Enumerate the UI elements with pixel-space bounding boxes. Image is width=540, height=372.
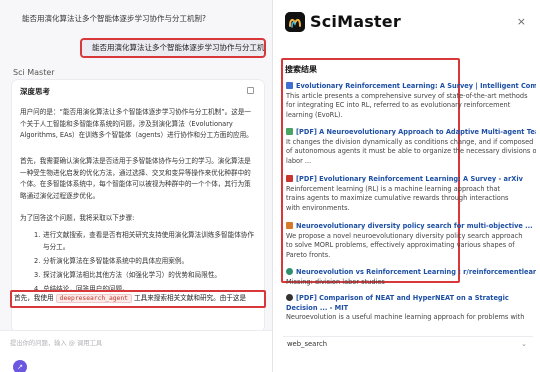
tool-select-value: web_search [287,340,328,348]
reddit-icon [286,268,293,275]
list-item: 2. 分析演化算法在多智能体系统中的具体应用案例。 [34,256,258,268]
result-title-link[interactable]: [PDF] Comparison of NEAT and HyperNEAT o… [286,294,536,313]
steps-list: 1. 进行文献搜索，查看是否有相关研究支持使用演化算法训练多智能体协作 与分工。 … [34,230,258,298]
step-text: 分析演化算法在多智能体系统中的具体应用案例。 [43,256,189,265]
snippet-line: trains agents to maximize cumulative rew… [286,194,509,202]
chat-input[interactable] [10,337,260,349]
result-title-link[interactable]: Evolutionary Reinforcement Learning: A S… [286,82,536,92]
snippet-line: Missing: division labor studies [286,277,385,286]
result-title[interactable]: [PDF] Evolutionary Reinforcement Learnin… [296,175,523,183]
step-number: 3. [34,270,41,279]
arxiv-icon [286,175,293,182]
search-result[interactable]: Evolutionary Reinforcement Learning: A S… [286,82,536,120]
paragraph-intro: 用户问的是：“能否用演化算法让多个智能体逐步学习协作与分工机制”。这是一 个关于… [20,107,258,142]
text-line: 用户问的是：“能否用演化算法让多个智能体逐步学习协作与分工机制”。这是一 [20,108,252,116]
card-title: 深度思考 [20,87,50,96]
mit-icon [286,294,293,301]
result-snippet: Neuroevolution is a useful machine learn… [286,313,536,323]
pdf-icon [286,128,293,135]
close-button[interactable]: × [517,16,526,27]
text-line: 首先，我需要确认演化算法是否适用于多智能体协作与分工的学习。演化算法是 [20,157,251,165]
chat-pane: 能否用演化算法让多个智能体逐步学习协作与分工机制? 能否用演化算法让多个智能体逐… [0,0,272,372]
question-header: 能否用演化算法让多个智能体逐步学习协作与分工机制? [22,14,206,23]
composer: ↗ [0,330,272,372]
tool-call-line: 首先，我使用 deepresearch_agent 工具来搜索相关文献和研究。由… [10,290,266,308]
result-snippet: It changes the division dynamically as c… [286,138,536,167]
search-result[interactable]: Neuroevolutionary diversity policy searc… [286,222,536,260]
chevron-down-icon: ⌄ [521,340,527,348]
text-line: 略通过演化过程逐步优化。 [20,191,100,200]
result-title[interactable]: [PDF] A Neuroevolutionary Approach to Ad… [296,128,536,136]
source-favicon-icon [286,82,293,89]
journal-icon [286,222,293,229]
snippet-line: with environments. [286,203,350,212]
result-title[interactable]: Neuroevolution vs Reinforcement Learning… [296,268,536,276]
send-button[interactable]: ↗ [13,360,27,372]
results-title: 搜索结果 [285,65,317,74]
snippet-line: labor ... [286,156,312,165]
snippet-line: to solve MORL problems, effectively appr… [286,241,515,249]
step-text: 与分工。 [43,242,70,251]
search-panel: SciMaster × 搜索结果 Evolutionary Reinforcem… [272,0,540,372]
tool-select[interactable]: web_search ⌄ [283,336,533,350]
snippet-line: Pareto fronts. [286,250,331,259]
copy-icon[interactable] [247,87,254,94]
result-title-link[interactable]: [PDF] A Neuroevolutionary Approach to Ad… [286,128,536,138]
result-snippet: We propose a novel neuroevolutionary div… [286,232,536,261]
result-title[interactable]: Neuroevolutionary diversity policy searc… [296,222,533,230]
logo-mark-icon [285,12,305,32]
snippet-line: We propose a novel neuroevolutionary div… [286,231,523,240]
tool-line-suffix: 工具来搜索相关文献和研究。由于这是 [134,294,247,302]
search-result[interactable]: [PDF] Comparison of NEAT and HyperNEAT o… [286,294,536,323]
text-line: 一种受生物进化启发的优化方法，通过选择、交叉和变异等操作来优化种群中的 [20,168,251,177]
step-number: 2. [34,256,41,265]
result-title[interactable]: Evolutionary Reinforcement Learning: A S… [296,82,536,90]
result-snippet: This article presents a comprehensive su… [286,92,536,121]
result-title-link[interactable]: [PDF] Evolutionary Reinforcement Learnin… [286,175,536,185]
text-line: 个关于人工智能和多智能体系统的问题，涉及到演化算法（Evolutionary [20,119,233,128]
step-text: 进行文献搜索，查看是否有相关研究支持使用演化算法训练多智能体协作 [43,231,254,239]
step-number: 1. [34,231,41,239]
result-title[interactable]: [PDF] Comparison of NEAT and HyperNEAT o… [286,294,509,312]
list-item: 1. 进行文献搜索，查看是否有相关研究支持使用演化算法训练多智能体协作 与分工。 [34,230,258,253]
snippet-line: learning (EvoRL). [286,110,343,119]
search-result[interactable]: Neuroevolution vs Reinforcement Learning… [286,268,536,287]
user-message: 能否用演化算法让多个智能体逐步学习协作与分工机制? [80,38,266,58]
logo-text: SciMaster [310,12,401,31]
search-result[interactable]: [PDF] Evolutionary Reinforcement Learnin… [286,175,536,213]
paragraph-analysis: 首先，我需要确认演化算法是否适用于多智能体协作与分工的学习。演化算法是 一种受生… [20,156,258,202]
tool-line-prefix: 首先，我使用 [14,294,54,302]
text-line: Algorithms, EAs）在训练多个智能体（agents）进行协作和分工方… [20,131,253,139]
result-snippet: Reinforcement learning (RL) is a machine… [286,185,536,214]
step-text: 探讨演化算法相比其他方法（如强化学习）的优势和局限性。 [43,270,222,279]
tool-name-code[interactable]: deepresearch_agent [55,294,132,303]
snippet-line: of autonomous agents it must be able to … [286,147,536,155]
snippet-line: for integrating EC into RL, referred to … [286,101,511,109]
text-line: 个体。在多智能体系统中，每个智能体可以被视为种群中的一个个体，其行为策 [20,180,251,188]
list-item: 3. 探讨演化算法相比其他方法（如强化学习）的优势和局限性。 [34,270,258,282]
search-result[interactable]: [PDF] A Neuroevolutionary Approach to Ad… [286,128,536,166]
assistant-name: Sci Master [13,68,55,77]
snippet-line: Neuroevolution is a useful machine learn… [286,313,525,321]
result-title-link[interactable]: Neuroevolutionary diversity policy searc… [286,222,536,232]
snippet-line: It changes the division dynamically as c… [286,137,534,146]
snippet-line: Reinforcement learning (RL) is a machine… [286,184,501,193]
card-header: 深度思考 [12,80,264,98]
result-snippet: Missing: division labor studies [286,278,536,288]
snippet-line: This article presents a comprehensive su… [286,91,528,100]
result-title-link[interactable]: Neuroevolution vs Reinforcement Learning… [286,268,536,278]
paragraph-steps-intro: 为了回答这个问题，我将采取以下步骤: [20,214,135,222]
